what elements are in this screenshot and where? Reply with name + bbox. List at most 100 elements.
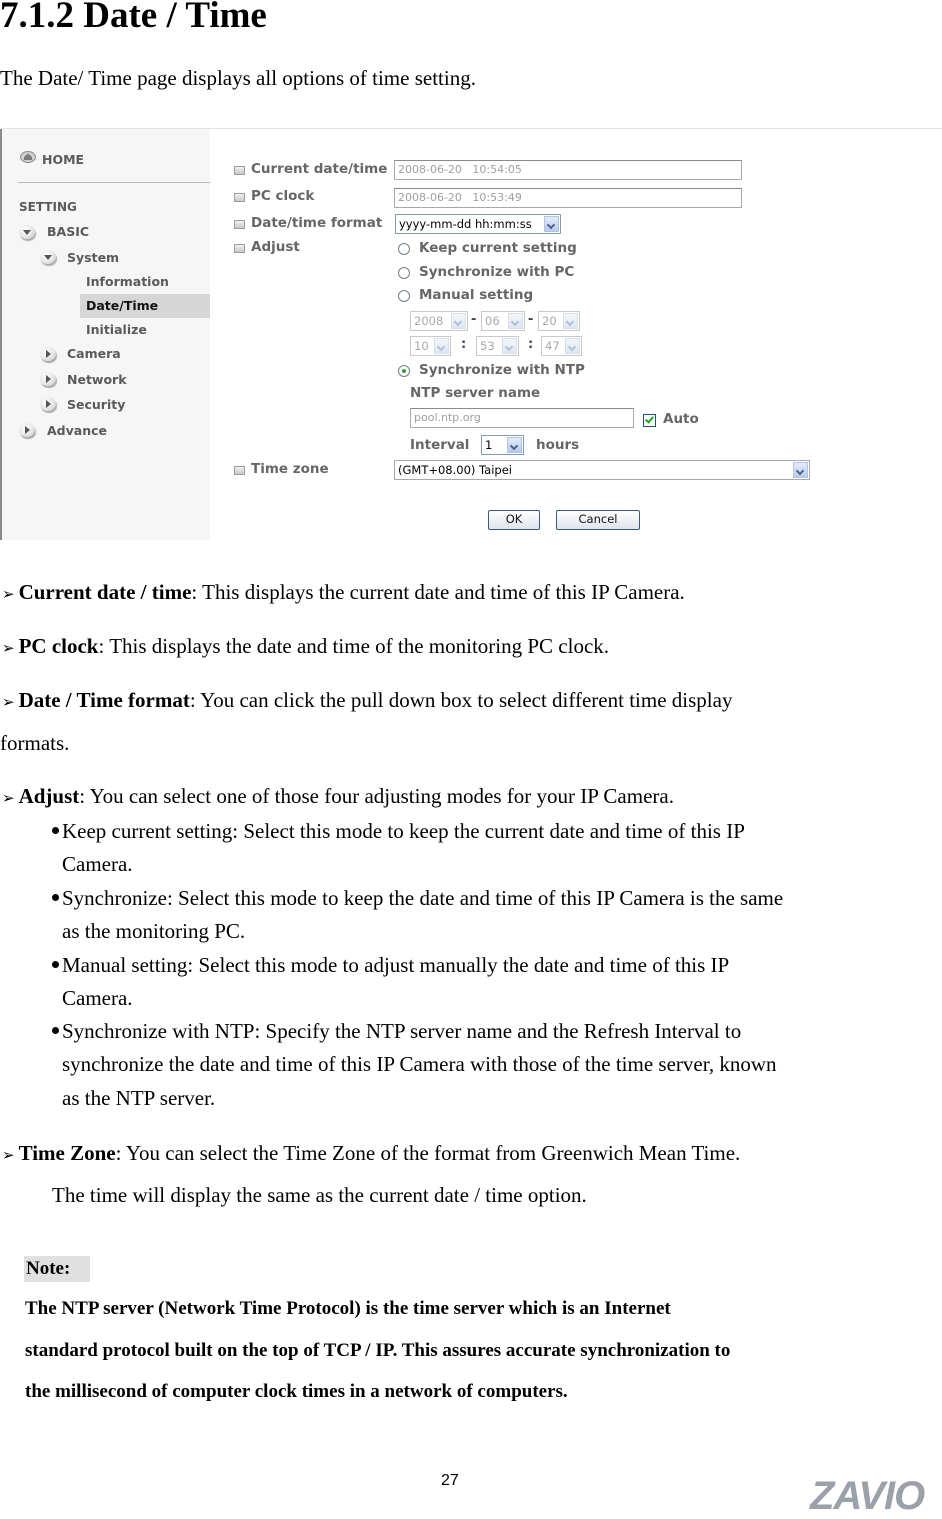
manual-hour-value: 10 (414, 339, 429, 353)
pc-clock-label: PC clock (251, 188, 315, 204)
bullet-text: Synchronize with NTP: Specify the NTP se… (62, 1019, 742, 1043)
description: : You can click the pull down box to sel… (189, 688, 733, 712)
radio-sync-ntp[interactable] (398, 365, 410, 377)
chevron-down-icon[interactable] (565, 338, 580, 354)
radio-keep-current[interactable] (398, 243, 410, 255)
expand-right-icon[interactable] (40, 347, 56, 361)
bullet-square-icon (234, 244, 245, 253)
pc-clock-field: 2008-06-20 10:53:49 (394, 188, 742, 208)
chevron-down-icon[interactable] (507, 437, 522, 453)
item-time-zone: ➢ Time Zone: You can select the Time Zone… (2, 1141, 740, 1166)
adjust-bullet-cont: as the monitoring PC. (62, 919, 246, 943)
bullet-text: Manual setting: Select this mode to adju… (62, 953, 730, 977)
note-line: standard protocol built on the top of TC… (25, 1340, 731, 1361)
sidebar-item-information[interactable]: Information (86, 274, 169, 289)
date-separator: - (471, 312, 477, 327)
sidebar-item-camera[interactable]: Camera (67, 346, 121, 361)
manual-year-select[interactable]: 2008 (410, 311, 468, 331)
arrow-bullet-icon: ➢ (2, 585, 15, 603)
adjust-bullet: Manual setting: Select this mode to adju… (52, 953, 729, 978)
sidebar-item-security[interactable]: Security (67, 397, 125, 412)
adjust-bullet: Synchronize with NTP: Specify the NTP se… (52, 1019, 741, 1044)
interval-select[interactable]: 1 (481, 435, 524, 455)
radio-sync-pc[interactable] (398, 267, 410, 279)
adjust-bullet: Synchronize: Select this mode to keep th… (52, 886, 783, 911)
manual-day-value: 20 (542, 314, 557, 328)
current-datetime-field: 2008-06-20 10:54:05 (394, 160, 742, 180)
auto-label[interactable]: Auto (663, 411, 699, 427)
sidebar-item-network[interactable]: Network (67, 372, 127, 387)
bullet-text: Synchronize: Select this mode to keep th… (62, 886, 784, 910)
page-number: 27 (441, 1472, 459, 1489)
sync-pc-label[interactable]: Synchronize with PC (419, 264, 574, 280)
arrow-bullet-icon: ➢ (2, 789, 15, 807)
manual-month-select[interactable]: 06 (481, 311, 525, 331)
bullet-square-icon (234, 220, 245, 229)
date-separator: - (528, 312, 534, 327)
sidebar-item-initialize[interactable]: Initialize (86, 322, 147, 337)
timezone-label: Time zone (251, 461, 329, 477)
arrow-bullet-icon: ➢ (2, 639, 15, 657)
chevron-down-icon[interactable] (508, 313, 523, 329)
manual-label[interactable]: Manual setting (419, 287, 533, 303)
adjust-bullet-cont: as the NTP server. (62, 1086, 216, 1110)
expand-down-icon[interactable] (40, 250, 56, 264)
timezone-select[interactable]: (GMT+08.00) Taipei (394, 460, 810, 480)
manual-minute-select[interactable]: 53 (476, 336, 519, 356)
radio-manual[interactable] (398, 290, 410, 302)
datetime-format-value: yyyy-mm-dd hh:mm:ss (399, 217, 532, 231)
expand-right-icon[interactable] (40, 372, 56, 386)
sync-ntp-label[interactable]: Synchronize with NTP (419, 362, 585, 378)
description: : You can select the Time Zone of the fo… (115, 1141, 741, 1165)
auto-checkbox[interactable] (643, 414, 656, 427)
manual-minute-value: 53 (480, 339, 495, 353)
manual-day-select[interactable]: 20 (538, 311, 580, 331)
manual-month-value: 06 (485, 314, 500, 328)
section-heading: 7.1.2 Date / Time (0, 0, 267, 36)
sidebar-item-basic[interactable]: BASIC (47, 224, 89, 239)
datetime-format-select[interactable]: yyyy-mm-dd hh:mm:ss (395, 214, 561, 234)
description: : This displays the date and time of the… (98, 634, 610, 658)
adjust-bullet-cont: Camera. (62, 852, 133, 876)
ntp-server-input[interactable]: pool.ntp.org (410, 408, 634, 428)
sidebar-item-system[interactable]: System (67, 250, 119, 265)
cancel-button[interactable]: Cancel (556, 510, 640, 530)
manual-hour-select[interactable]: 10 (410, 336, 451, 356)
bullet-dot-icon (52, 1027, 59, 1034)
ok-button[interactable]: OK (488, 510, 540, 530)
timezone-value: (GMT+08.00) Taipei (398, 463, 512, 477)
description: : You can select one of those four adjus… (79, 784, 674, 808)
item-datetime-format-cont: formats. (0, 731, 70, 755)
sidebar-item-home[interactable]: HOME (42, 152, 84, 167)
chevron-down-icon[interactable] (451, 313, 466, 329)
item-current-datetime: ➢ Current date / time: This displays the … (2, 580, 685, 605)
time-separator: : (528, 337, 534, 352)
item-adjust: ➢ Adjust: You can select one of those fou… (2, 784, 674, 809)
item-time-zone-cont: The time will display the same as the cu… (52, 1183, 587, 1207)
sidebar-item-advance[interactable]: Advance (47, 423, 107, 438)
expand-right-icon[interactable] (19, 423, 35, 437)
bullet-square-icon (234, 193, 245, 202)
expand-right-icon[interactable] (40, 397, 56, 411)
keep-current-label[interactable]: Keep current setting (419, 240, 577, 256)
sidebar-divider (18, 182, 210, 183)
bullet-dot-icon (52, 961, 59, 968)
chevron-down-icon[interactable] (563, 313, 578, 329)
sidebar-heading-setting: SETTING (19, 200, 77, 214)
sidebar-item-date-time[interactable]: Date/Time (86, 298, 158, 313)
brand-logo: ZAVIO (810, 1474, 925, 1518)
chevron-down-icon[interactable] (502, 338, 517, 354)
note-line: The NTP server (Network Time Protocol) i… (25, 1298, 671, 1319)
manual-second-select[interactable]: 47 (541, 336, 582, 356)
interval-unit-label: hours (536, 437, 580, 453)
chevron-down-icon[interactable] (544, 216, 559, 232)
expand-down-icon[interactable] (19, 225, 35, 239)
note-label: Note: (24, 1256, 90, 1282)
adjust-label: Adjust (251, 239, 300, 255)
chevron-down-icon[interactable] (434, 338, 449, 354)
bullet-dot-icon (52, 894, 59, 901)
bullet-text: Keep current setting: Select this mode t… (62, 819, 745, 843)
chevron-down-icon[interactable] (793, 462, 808, 478)
note-line: the millisecond of computer clock times … (25, 1381, 568, 1402)
arrow-bullet-icon: ➢ (2, 1146, 15, 1164)
